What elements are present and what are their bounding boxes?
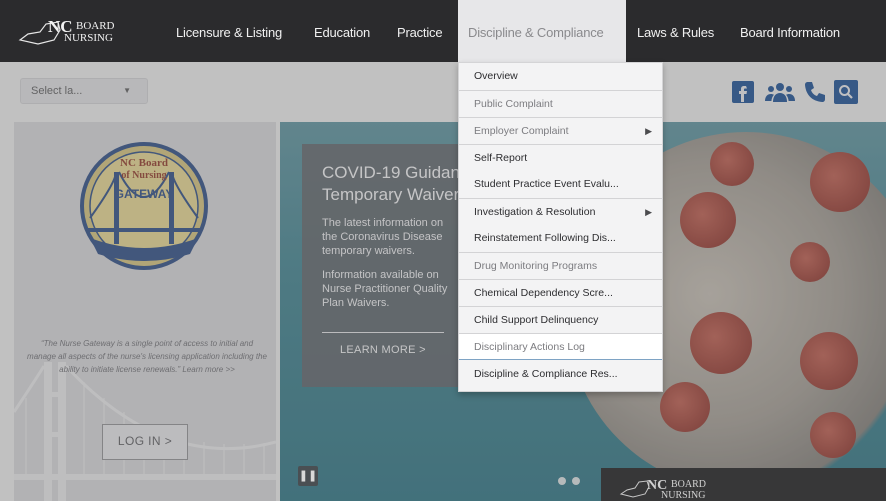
svg-text:GATEWAY: GATEWAY xyxy=(115,187,174,201)
gateway-seal-logo: NC Board of Nursing GATEWAY xyxy=(80,142,208,270)
card-text-2b: Nurse Practitioner Quality xyxy=(322,283,448,295)
chevron-right-icon: ▶ xyxy=(645,207,652,217)
gateway-description: “The Nurse Gateway is a single point of … xyxy=(27,339,267,374)
card-text-2a: Information available on xyxy=(322,269,439,281)
dropdown-item-compliance-resources[interactable]: Discipline & Compliance Res... xyxy=(459,361,662,388)
dropdown-item-label: Employer Complaint xyxy=(474,125,569,137)
dropdown-item-label: Self-Report xyxy=(474,152,528,164)
virus-spike-icon xyxy=(810,152,870,212)
virus-spike-icon xyxy=(800,332,858,390)
dropdown-item-label: Disciplinary Actions Log xyxy=(474,341,585,353)
svg-text:NURSING: NURSING xyxy=(64,32,113,44)
dropdown-item-label: Reinstatement Following Dis... xyxy=(474,232,616,244)
card-title-line1: COVID-19 Guidance xyxy=(322,163,478,182)
page-content: Select la... ▼ NC Board of Nursing GATEW… xyxy=(0,62,886,501)
card-text-1b: the Coronavirus Disease xyxy=(322,231,443,243)
discipline-compliance-dropdown: Overview Public Complaint Employer Compl… xyxy=(458,62,663,392)
dropdown-item-label: Public Complaint xyxy=(474,98,553,110)
dropdown-item-child-support[interactable]: Child Support Delinquency xyxy=(459,306,662,333)
slider-dot[interactable] xyxy=(558,477,566,485)
card-text-2c: Plan Waivers. xyxy=(322,297,390,309)
covid-guidance-card: COVID-19 Guidance Temporary Waiver The l… xyxy=(302,144,482,387)
dropdown-item-reinstatement[interactable]: Reinstatement Following Dis... xyxy=(459,225,662,252)
pause-icon[interactable]: ❚❚ xyxy=(298,466,318,486)
dropdown-item-employer-complaint[interactable]: Employer Complaint ▶ xyxy=(459,117,662,144)
nav-laws-rules[interactable]: Laws & Rules xyxy=(637,0,714,62)
ncbon-footer-logo: NC BOARD NURSING xyxy=(601,468,886,501)
svg-text:of Nursing: of Nursing xyxy=(121,170,166,181)
nc-state-logo-icon: NC BOARD NURSING xyxy=(18,17,115,45)
nav-practice[interactable]: Practice xyxy=(397,0,443,62)
card-divider xyxy=(322,332,444,333)
nav-licensure-listing[interactable]: Licensure & Listing xyxy=(176,0,282,62)
virus-spike-icon xyxy=(680,192,736,248)
card-title-line2: Temporary Waiver xyxy=(322,185,460,204)
virus-spike-icon xyxy=(710,142,754,186)
dropdown-item-self-report[interactable]: Self-Report xyxy=(459,144,662,171)
dropdown-item-label: Child Support Delinquency xyxy=(474,314,599,326)
card-text-1a: The latest information on xyxy=(322,217,444,229)
svg-text:BOARD: BOARD xyxy=(671,479,706,490)
virus-spike-icon xyxy=(660,382,710,432)
dropdown-item-chemical-dependency[interactable]: Chemical Dependency Scre... xyxy=(459,279,662,306)
dropdown-item-investigation[interactable]: Investigation & Resolution ▶ xyxy=(459,198,662,225)
virus-spike-icon xyxy=(790,242,830,282)
dropdown-item-label: Chemical Dependency Scre... xyxy=(474,287,613,299)
chevron-down-icon: ▼ xyxy=(123,86,131,95)
dropdown-item-student-practice[interactable]: Student Practice Event Evalu... xyxy=(459,171,662,198)
svg-text:NURSING: NURSING xyxy=(661,490,705,500)
dropdown-item-label: Investigation & Resolution xyxy=(474,206,596,218)
facebook-icon[interactable] xyxy=(731,80,755,104)
group-icon[interactable] xyxy=(764,80,796,104)
dropdown-item-label: Discipline & Compliance Res... xyxy=(474,368,618,380)
dropdown-item-label: Student Practice Event Evalu... xyxy=(474,178,619,190)
nav-discipline-compliance[interactable]: Discipline & Compliance xyxy=(458,0,626,62)
ncbon-logo[interactable]: NC BOARD NURSING xyxy=(18,10,136,50)
svg-text:NC Board: NC Board xyxy=(120,157,168,169)
search-icon[interactable] xyxy=(834,80,858,104)
dropdown-item-disciplinary-actions-log[interactable]: Disciplinary Actions Log xyxy=(459,333,662,360)
nurse-gateway-panel: NC Board of Nursing GATEWAY “The Nurse G… xyxy=(14,122,276,501)
svg-text:BOARD: BOARD xyxy=(76,20,115,32)
learn-more-button[interactable]: LEARN MORE > xyxy=(340,344,426,356)
dropdown-item-public-complaint[interactable]: Public Complaint xyxy=(459,90,662,117)
virus-spike-icon xyxy=(810,412,856,458)
language-select-label: Select la... xyxy=(31,85,83,97)
top-nav: NC BOARD NURSING Licensure & Listing Edu… xyxy=(0,0,886,62)
login-button[interactable]: LOG IN > xyxy=(102,424,188,460)
virus-spike-icon xyxy=(690,312,752,374)
dropdown-item-drug-monitoring[interactable]: Drug Monitoring Programs xyxy=(459,252,662,279)
card-text-1c: temporary waivers. xyxy=(322,245,415,257)
dropdown-item-overview[interactable]: Overview xyxy=(459,63,662,90)
nav-education[interactable]: Education xyxy=(314,0,370,62)
phone-icon[interactable] xyxy=(803,80,827,104)
nc-footer-logo-icon: NC BOARD NURSING xyxy=(619,478,706,500)
chevron-right-icon: ▶ xyxy=(645,126,652,136)
slider-dot[interactable] xyxy=(572,477,580,485)
language-select[interactable]: Select la... ▼ xyxy=(20,78,148,104)
dropdown-item-label: Overview xyxy=(474,70,518,82)
dropdown-item-label: Drug Monitoring Programs xyxy=(474,260,598,272)
nav-board-information[interactable]: Board Information xyxy=(740,0,840,62)
slider-dots xyxy=(558,472,586,490)
